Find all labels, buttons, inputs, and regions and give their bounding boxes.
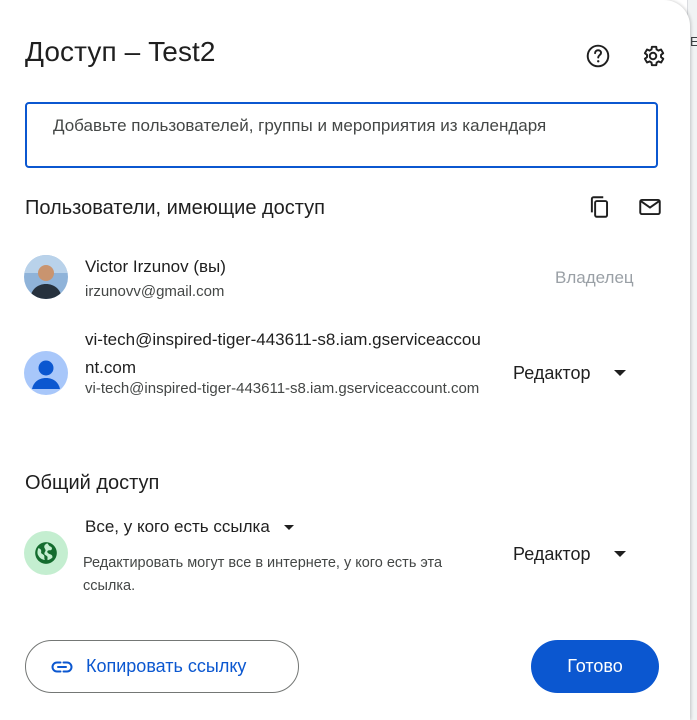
- dialog-title: Доступ – Test2: [25, 36, 216, 67]
- general-access-scope-label: Все, у кого есть ссылка: [85, 517, 270, 536]
- users-with-access-title: Пользователи, имеющие доступ: [25, 197, 326, 219]
- avatar: [24, 351, 68, 395]
- settings-button[interactable]: [635, 38, 671, 74]
- copy-icon: [590, 196, 609, 218]
- help-icon: [586, 44, 610, 68]
- gear-icon: [643, 45, 665, 67]
- dropdown-caret-icon: [614, 551, 627, 557]
- service-account-email: vi-tech@inspired-tiger-443611-s8.iam.gse…: [85, 380, 480, 397]
- help-button[interactable]: [580, 38, 616, 74]
- copy-link-label: Копировать ссылку: [86, 656, 247, 676]
- copy-emails-button[interactable]: [582, 189, 618, 225]
- general-access-role-dropdown[interactable]: Редактор: [513, 538, 627, 570]
- general-access-title: Общий доступ: [25, 472, 160, 494]
- role-label: Редактор: [513, 543, 591, 564]
- service-account-role-dropdown[interactable]: Редактор: [513, 357, 627, 389]
- add-people-input[interactable]: Добавьте пользователей, группы и меропри…: [25, 102, 658, 168]
- owner-name: Victor Irzunov (вы): [85, 257, 226, 276]
- add-people-placeholder: Добавьте пользователей, группы и меропри…: [53, 116, 547, 135]
- copy-link-button[interactable]: Копировать ссылку: [25, 640, 299, 693]
- globe-icon: [35, 542, 57, 564]
- mail-icon: [639, 198, 661, 216]
- done-label: Готово: [567, 656, 623, 676]
- email-people-button[interactable]: [632, 189, 668, 225]
- owner-role-label: Владелец: [555, 268, 634, 287]
- background-edge-letter: E: [690, 34, 697, 49]
- general-access-scope-dropdown[interactable]: Все, у кого есть ссылка: [85, 517, 294, 537]
- general-access-description: Редактировать могут все в интернете, у к…: [83, 555, 443, 594]
- dropdown-caret-icon: [614, 370, 627, 376]
- avatar: [24, 255, 68, 299]
- done-button[interactable]: Готово: [531, 640, 659, 693]
- globe-avatar: [24, 531, 68, 575]
- link-icon: [51, 661, 73, 672]
- role-label: Редактор: [513, 362, 591, 383]
- person-icon: [32, 360, 60, 389]
- user-photo-icon: [24, 255, 68, 299]
- dropdown-caret-icon: [283, 524, 294, 530]
- service-account-name: vi-tech@inspired-tiger-443611-s8.iam.gse…: [85, 330, 481, 377]
- owner-email: irzunovv@gmail.com: [85, 283, 225, 300]
- share-dialog: Доступ – Test2 Добавьте пользователей, г…: [0, 0, 690, 720]
